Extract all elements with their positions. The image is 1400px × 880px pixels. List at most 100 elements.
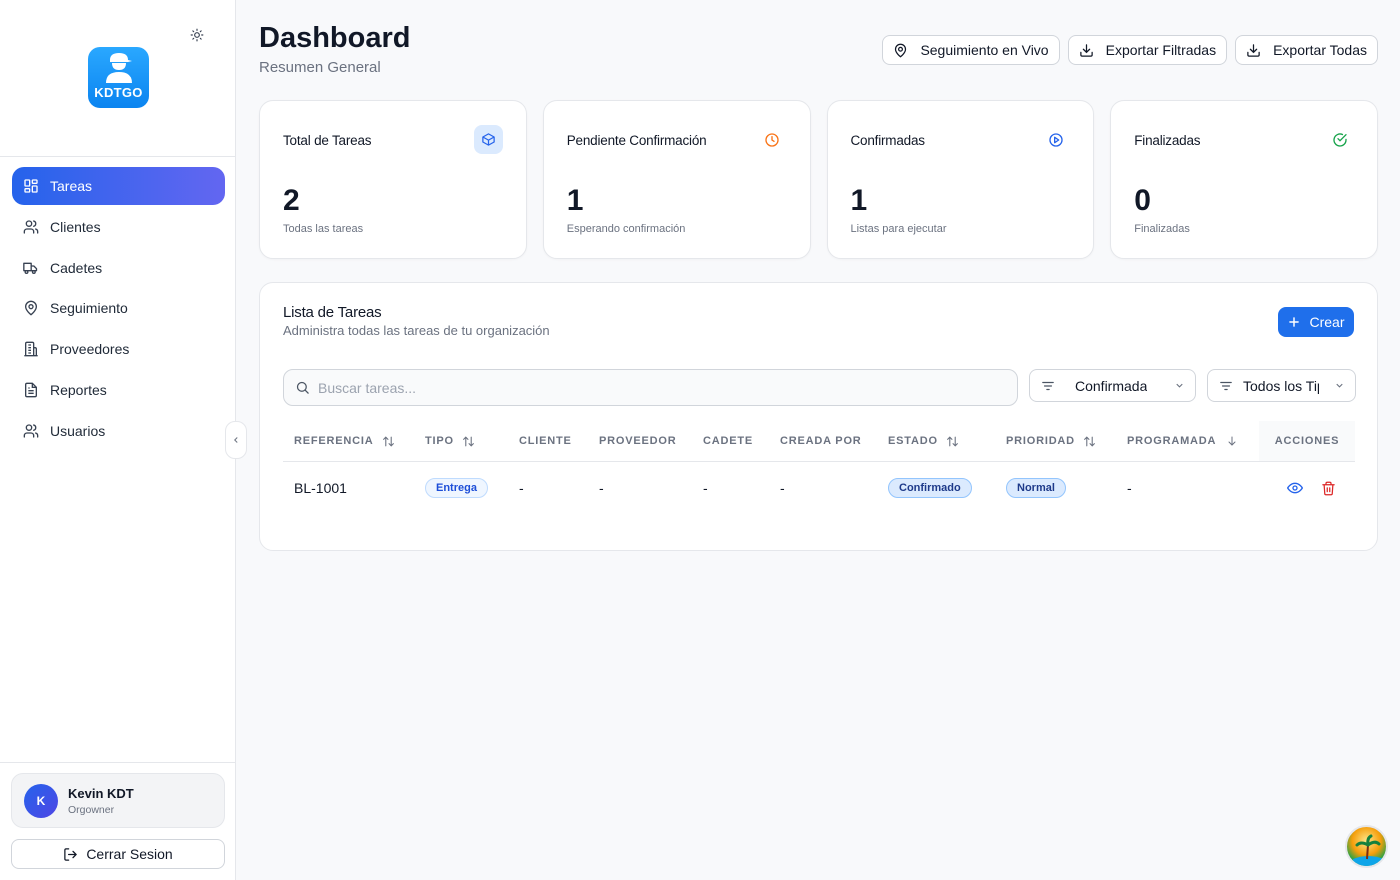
clock-icon [758, 125, 787, 154]
export-filtered-label: Exportar Filtradas [1105, 42, 1217, 58]
sidebar-item-tareas[interactable]: Tareas [12, 167, 225, 205]
stat-desc: Todas las tareas [283, 223, 364, 235]
table-row[interactable]: BL-1001 Entrega - - - - Confirmado Norma… [283, 462, 1355, 514]
type-badge: Entrega [425, 478, 488, 498]
download-icon [1246, 43, 1261, 58]
stat-value: 1 [850, 184, 868, 217]
page-subtitle: Resumen General [259, 59, 381, 76]
sidebar-item-label: Proveedores [50, 341, 130, 358]
map-pin-icon [893, 43, 908, 58]
sidebar-item-proveedores[interactable]: Proveedores [12, 330, 225, 368]
tasks-table: REFERENCIA TIPO CLIENTE PROVEEDOR CADETE… [283, 421, 1355, 514]
cell-creada-por: - [780, 480, 785, 496]
sidebar-item-label: Tareas [50, 178, 93, 194]
search-icon [295, 380, 310, 395]
user-name: Kevin KDT [68, 785, 134, 801]
assistant-avatar-button[interactable] [1345, 825, 1388, 868]
task-list-subtitle: Administra todas las tareas de tu organi… [283, 323, 550, 338]
sort-icon [382, 435, 395, 448]
user-role: Orgowner [68, 803, 115, 816]
map-pin-icon [22, 300, 39, 317]
palm-tree-icon [1353, 834, 1384, 866]
stat-desc: Finalizadas [1134, 223, 1190, 235]
column-header-estado[interactable]: ESTADO [888, 421, 959, 461]
page-title: Dashboard [259, 22, 411, 54]
users-icon [22, 422, 39, 439]
stat-card-total: Total de Tareas 2 Todas las tareas [259, 100, 527, 259]
user-card[interactable]: K Kevin KDT Orgowner [11, 773, 225, 828]
export-filtered-button[interactable]: Exportar Filtradas [1067, 35, 1228, 65]
logo-text: KDTGO [94, 85, 143, 100]
collapse-sidebar-button[interactable] [225, 421, 247, 459]
export-all-button[interactable]: Exportar Todas [1235, 35, 1378, 65]
arrow-down-icon [1226, 435, 1238, 447]
cell-proveedor: - [599, 480, 604, 496]
column-header-cadete: CADETE [703, 435, 754, 447]
chevron-down-icon [1174, 380, 1185, 391]
search-box [283, 369, 1018, 406]
status-filter-value: Confirmada [1075, 377, 1148, 394]
task-list-title: Lista de Tareas [283, 304, 382, 321]
type-filter-value: Todos los Tipos [1243, 377, 1319, 394]
column-header-acciones: ACCIONES [1259, 421, 1355, 461]
cell-prioridad: Normal [1006, 462, 1066, 514]
create-label: Crear [1309, 314, 1345, 330]
sidebar-item-label: Clientes [50, 218, 101, 235]
column-header-cliente: CLIENTE [519, 435, 572, 447]
building-icon [22, 341, 39, 358]
users-icon [22, 218, 39, 235]
sidebar-divider [0, 156, 236, 157]
sort-icon [1083, 435, 1096, 448]
column-header-creada-por: CREADA POR [780, 435, 862, 447]
stat-label: Total de Tareas [283, 133, 372, 148]
sidebar-item-cadetes[interactable]: Cadetes [12, 249, 225, 287]
theme-toggle-sun-icon[interactable] [187, 25, 207, 45]
chevron-left-icon [234, 437, 238, 443]
delete-task-button[interactable] [1321, 462, 1336, 514]
cell-tipo: Entrega [425, 462, 488, 514]
sidebar-item-label: Cadetes [50, 259, 103, 276]
stat-desc: Esperando confirmación [566, 223, 686, 235]
file-text-icon [22, 381, 39, 398]
cell-programada: - [1127, 480, 1132, 496]
view-task-button[interactable] [1287, 462, 1303, 514]
trash-icon [1321, 481, 1336, 496]
cell-cadete: - [703, 480, 708, 496]
type-filter-select[interactable]: Todos los Tipos [1207, 369, 1356, 402]
download-icon [1079, 43, 1094, 58]
column-header-tipo[interactable]: TIPO [425, 421, 475, 461]
logout-label: Cerrar Sesion [86, 846, 173, 862]
column-header-referencia[interactable]: REFERENCIA [294, 421, 395, 461]
eye-icon [1287, 480, 1303, 496]
cell-cliente: - [519, 480, 524, 496]
app-logo: KDTGO [88, 47, 149, 108]
sidebar-item-usuarios[interactable]: Usuarios [12, 412, 225, 450]
live-tracking-button[interactable]: Seguimiento en Vivo [882, 35, 1060, 65]
sidebar-item-label: Seguimiento [50, 300, 128, 317]
status-filter-select[interactable]: Confirmada [1029, 369, 1196, 402]
stat-value: 0 [1134, 184, 1151, 217]
live-tracking-label: Seguimiento en Vivo [920, 42, 1049, 58]
create-task-button[interactable]: Crear [1278, 307, 1354, 337]
sort-icon [946, 435, 959, 448]
cell-estado: Confirmado [888, 462, 972, 514]
package-icon [473, 125, 503, 154]
table-header: REFERENCIA TIPO CLIENTE PROVEEDOR CADETE… [283, 421, 1355, 462]
sort-icon [462, 435, 475, 448]
column-header-programada[interactable]: PROGRAMADA [1127, 421, 1238, 461]
sidebar-item-clientes[interactable]: Clientes [12, 208, 225, 246]
truck-icon [22, 259, 39, 276]
cell-referencia: BL-1001 [294, 480, 347, 496]
stat-value: 2 [283, 184, 300, 217]
chevron-down-icon [1334, 380, 1345, 391]
export-all-label: Exportar Todas [1273, 42, 1367, 58]
stat-card-finished: Finalizadas 0 Finalizadas [1110, 100, 1378, 259]
column-header-prioridad[interactable]: PRIORIDAD [1006, 421, 1096, 461]
search-input[interactable] [318, 379, 998, 396]
sidebar-item-seguimiento[interactable]: Seguimiento [12, 289, 225, 327]
sidebar-item-reportes[interactable]: Reportes [12, 371, 225, 409]
sidebar: KDTGO Tareas Clientes Cadetes Seguimient… [0, 0, 236, 880]
stat-value: 1 [566, 184, 584, 217]
logout-button[interactable]: Cerrar Sesion [11, 839, 225, 869]
stat-card-pending: Pendiente Confirmación 1 Esperando confi… [542, 100, 811, 259]
